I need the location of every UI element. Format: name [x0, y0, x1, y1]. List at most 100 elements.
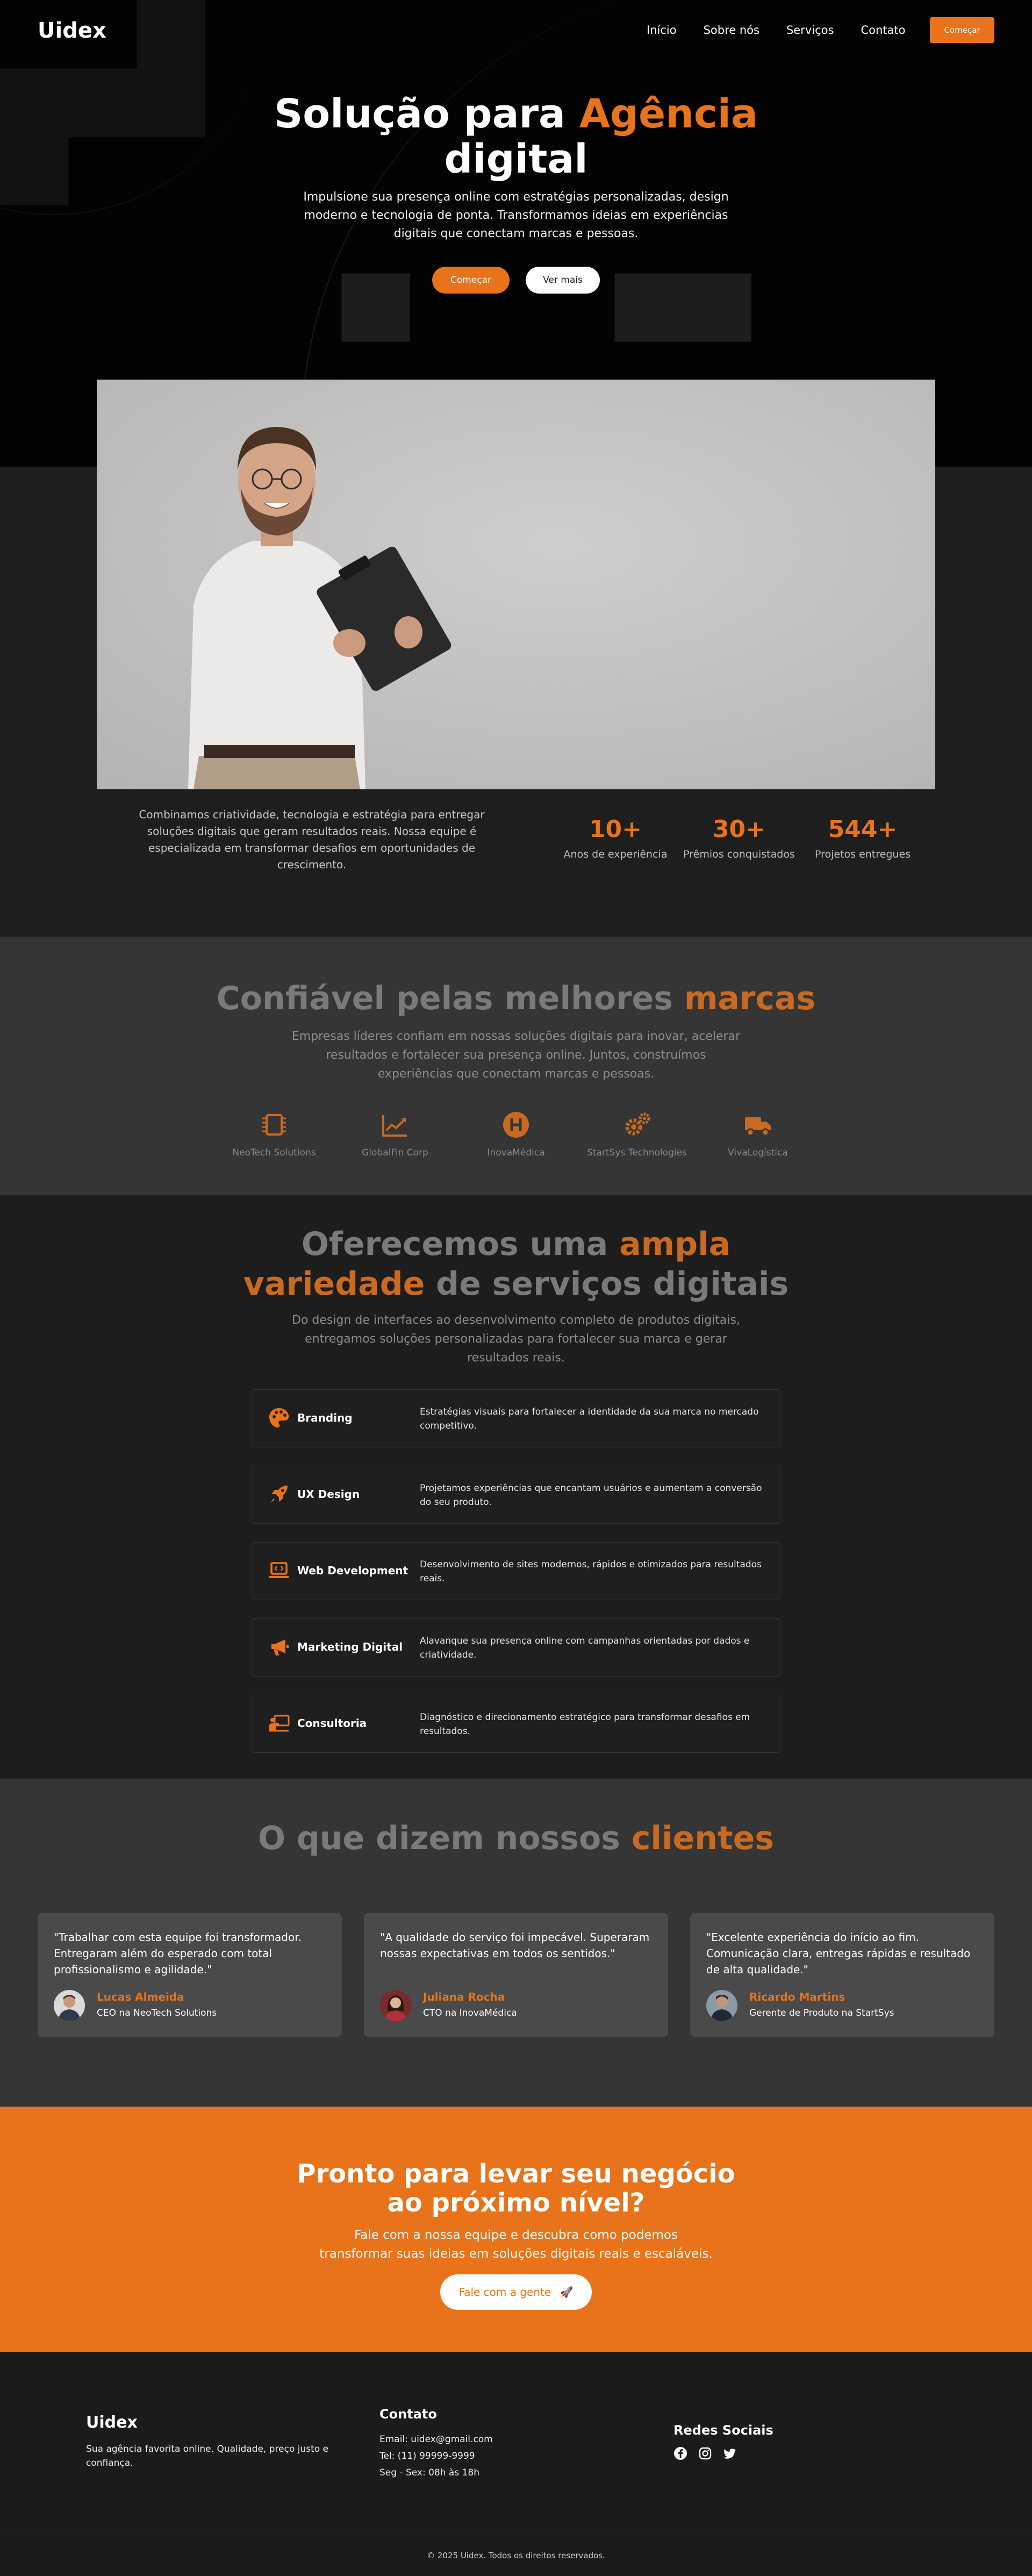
- cta-section: Pronto para levar seu negócio ao próximo…: [0, 2107, 1032, 2352]
- brands-subtitle: Empresas líderes confiam em nossas soluç…: [291, 1030, 741, 1081]
- hero-title-part2: digital: [444, 136, 588, 182]
- nav-link-contato[interactable]: Contato: [861, 24, 905, 37]
- footer: Uidex Sua agência favorita online. Quali…: [0, 2352, 1032, 2576]
- hospital-icon: [503, 1112, 529, 1138]
- service-card-web-development[interactable]: Web Development Desenvolvimento de sites…: [252, 1542, 780, 1600]
- top-navigation: Uidex Início Sobre nós Serviços Contato …: [0, 0, 1032, 62]
- brand-name: StartSys Technologies: [587, 1147, 687, 1158]
- gears-icon: [625, 1112, 650, 1136]
- hero-title-accent: Agência: [579, 91, 758, 137]
- start-button[interactable]: Começar: [432, 267, 510, 294]
- hero-buttons: Começar Ver mais: [0, 267, 1032, 294]
- services-title: Oferecemos uma ampla variedade de serviç…: [0, 1224, 1032, 1304]
- cta-title: Pronto para levar seu negócio ao próximo…: [0, 2159, 1032, 2217]
- brand-item: GlobalFin Corp: [336, 1110, 454, 1158]
- about-text: Combinamos criatividade, tecnologia e es…: [139, 808, 485, 871]
- truck-icon: [745, 1117, 771, 1137]
- service-description: Projetamos experiências que encantam usu…: [420, 1483, 762, 1508]
- chart-line-icon: [382, 1115, 407, 1137]
- brands-section: Confiável pelas melhores marcas Empresas…: [0, 937, 1032, 1195]
- testimonials-section: O que dizem nossos clientes "Trabalhar c…: [0, 1779, 1032, 2107]
- nav-link-servicos[interactable]: Serviços: [786, 24, 834, 37]
- footer-contact-title: Contato: [379, 2407, 437, 2422]
- service-description: Estratégias visuais para fortalecer a id…: [420, 1407, 759, 1431]
- stat-label: Anos de experiência: [563, 848, 668, 860]
- service-card-consultoria[interactable]: Consultoria Diagnóstico e direcionamento…: [252, 1695, 780, 1753]
- testimonial-card: "Trabalhar com esta equipe foi transform…: [38, 1913, 342, 2037]
- brand-item: VivaLogística: [699, 1110, 817, 1158]
- cta-title-text: Pronto para levar seu negócio ao próximo…: [297, 2159, 735, 2218]
- nav-link-sobre[interactable]: Sobre nós: [704, 24, 759, 37]
- service-name: Branding: [297, 1411, 353, 1424]
- service-card-marketing[interactable]: Marketing Digital Alavanque sua presença…: [252, 1618, 780, 1676]
- service-description: Alavanque sua presença online com campan…: [420, 1636, 750, 1660]
- avatar: [54, 1990, 85, 2021]
- hero-photo: [97, 380, 935, 789]
- service-name: UX Design: [297, 1488, 360, 1501]
- megaphone-icon: [271, 1639, 289, 1656]
- testimonial-quote: "Trabalhar com esta equipe foi transform…: [54, 1931, 302, 1976]
- testimonial-role: CEO na NeoTech Solutions: [97, 2008, 217, 2018]
- testimonial-role: CTO na InovaMédica: [423, 2008, 517, 2018]
- brand-name: VivaLogística: [728, 1147, 788, 1158]
- hero-title: Solução para Agência digital: [0, 91, 1032, 182]
- testimonials-title-part1: O que dizem nossos: [257, 1819, 620, 1857]
- logo[interactable]: Uidex: [38, 18, 106, 43]
- avatar: [380, 1990, 411, 2021]
- services-title-part1: Oferecemos uma: [301, 1225, 608, 1263]
- avatar: [706, 1990, 737, 2021]
- nav-link-inicio[interactable]: Início: [647, 24, 677, 37]
- brand-name: NeoTech Solutions: [232, 1147, 316, 1158]
- see-more-button[interactable]: Ver mais: [526, 267, 600, 294]
- palette-icon: [269, 1408, 289, 1428]
- stat-item: 30+ Prêmios conquistados: [677, 815, 801, 860]
- facebook-icon[interactable]: [673, 2446, 687, 2460]
- stats: 10+ Anos de experiência 30+ Prêmios conq…: [554, 815, 924, 860]
- social-links: [673, 2446, 737, 2460]
- brand-item: InovaMédica: [457, 1110, 575, 1158]
- copyright: © 2025 Uidex. Todos os direitos reservad…: [427, 2551, 605, 2560]
- stat-label: Prêmios conquistados: [683, 848, 795, 860]
- brand-item: StartSys Technologies: [578, 1110, 696, 1158]
- stat-item: 10+ Anos de experiência: [554, 815, 677, 860]
- laptop-code-icon: [269, 1562, 289, 1578]
- stat-value: 30+: [712, 816, 766, 843]
- presentation-icon: [269, 1715, 290, 1732]
- footer-phone: Tel: (11) 99999-9999: [379, 2451, 475, 2461]
- instagram-icon[interactable]: [698, 2446, 712, 2460]
- testimonial-author: Juliana Rocha: [423, 1990, 505, 2003]
- footer-tagline: Sua agência favorita online. Qualidade, …: [86, 2444, 329, 2468]
- footer-contact-info: Email: uidex@gmail.com Tel: (11) 99999-9…: [379, 2431, 493, 2481]
- contact-us-button[interactable]: Fale com a gente 🚀: [440, 2274, 592, 2310]
- stat-label: Projetos entregues: [814, 848, 911, 860]
- footer-email: Email: uidex@gmail.com: [379, 2434, 493, 2445]
- service-card-branding[interactable]: Branding Estratégias visuais para fortal…: [252, 1389, 780, 1447]
- rocket-icon: [270, 1486, 288, 1503]
- brand-item: NeoTech Solutions: [215, 1110, 333, 1158]
- footer-logo[interactable]: Uidex: [86, 2413, 138, 2432]
- services-title-part2: de serviços digitais: [436, 1265, 789, 1303]
- testimonial-card: "A qualidade do serviço foi impecável. S…: [364, 1913, 668, 2037]
- service-name: Consultoria: [297, 1717, 367, 1730]
- testimonial-card: "Excelente experiência do início ao fim.…: [690, 1913, 994, 2037]
- chip-icon: [262, 1114, 286, 1136]
- brand-name: GlobalFin Corp: [362, 1147, 428, 1158]
- nav-links: Início Sobre nós Serviços Contato: [647, 24, 905, 37]
- rocket-icon: 🚀: [560, 2286, 574, 2299]
- twitter-icon[interactable]: [723, 2446, 737, 2460]
- testimonial-author: Lucas Almeida: [97, 1990, 184, 2003]
- footer-hours: Seg - Sex: 08h às 18h: [379, 2467, 480, 2478]
- nav-cta-button[interactable]: Começar: [930, 17, 994, 43]
- stat-item: 544+ Projetos entregues: [801, 815, 924, 860]
- testimonial-author: Ricardo Martins: [749, 1990, 845, 2003]
- service-card-ux-design[interactable]: UX Design Projetamos experiências que en…: [252, 1466, 780, 1524]
- hero-subtitle: Impulsione sua presença online com estra…: [303, 190, 729, 240]
- service-name: Web Development: [297, 1564, 408, 1577]
- brand-list: NeoTech Solutions GlobalFin Corp InovaMé…: [215, 1110, 817, 1158]
- brands-title: Confiável pelas melhores marcas: [0, 980, 1032, 1017]
- testimonials-title: O que dizem nossos clientes: [0, 1819, 1032, 1857]
- businessman-illustration: [97, 380, 935, 789]
- services-subtitle: Do design de interfaces ao desenvolvimen…: [292, 1314, 740, 1365]
- testimonial-quote: "A qualidade do serviço foi impecável. S…: [380, 1931, 650, 1960]
- testimonial-role: Gerente de Produto na StartSys: [749, 2008, 894, 2018]
